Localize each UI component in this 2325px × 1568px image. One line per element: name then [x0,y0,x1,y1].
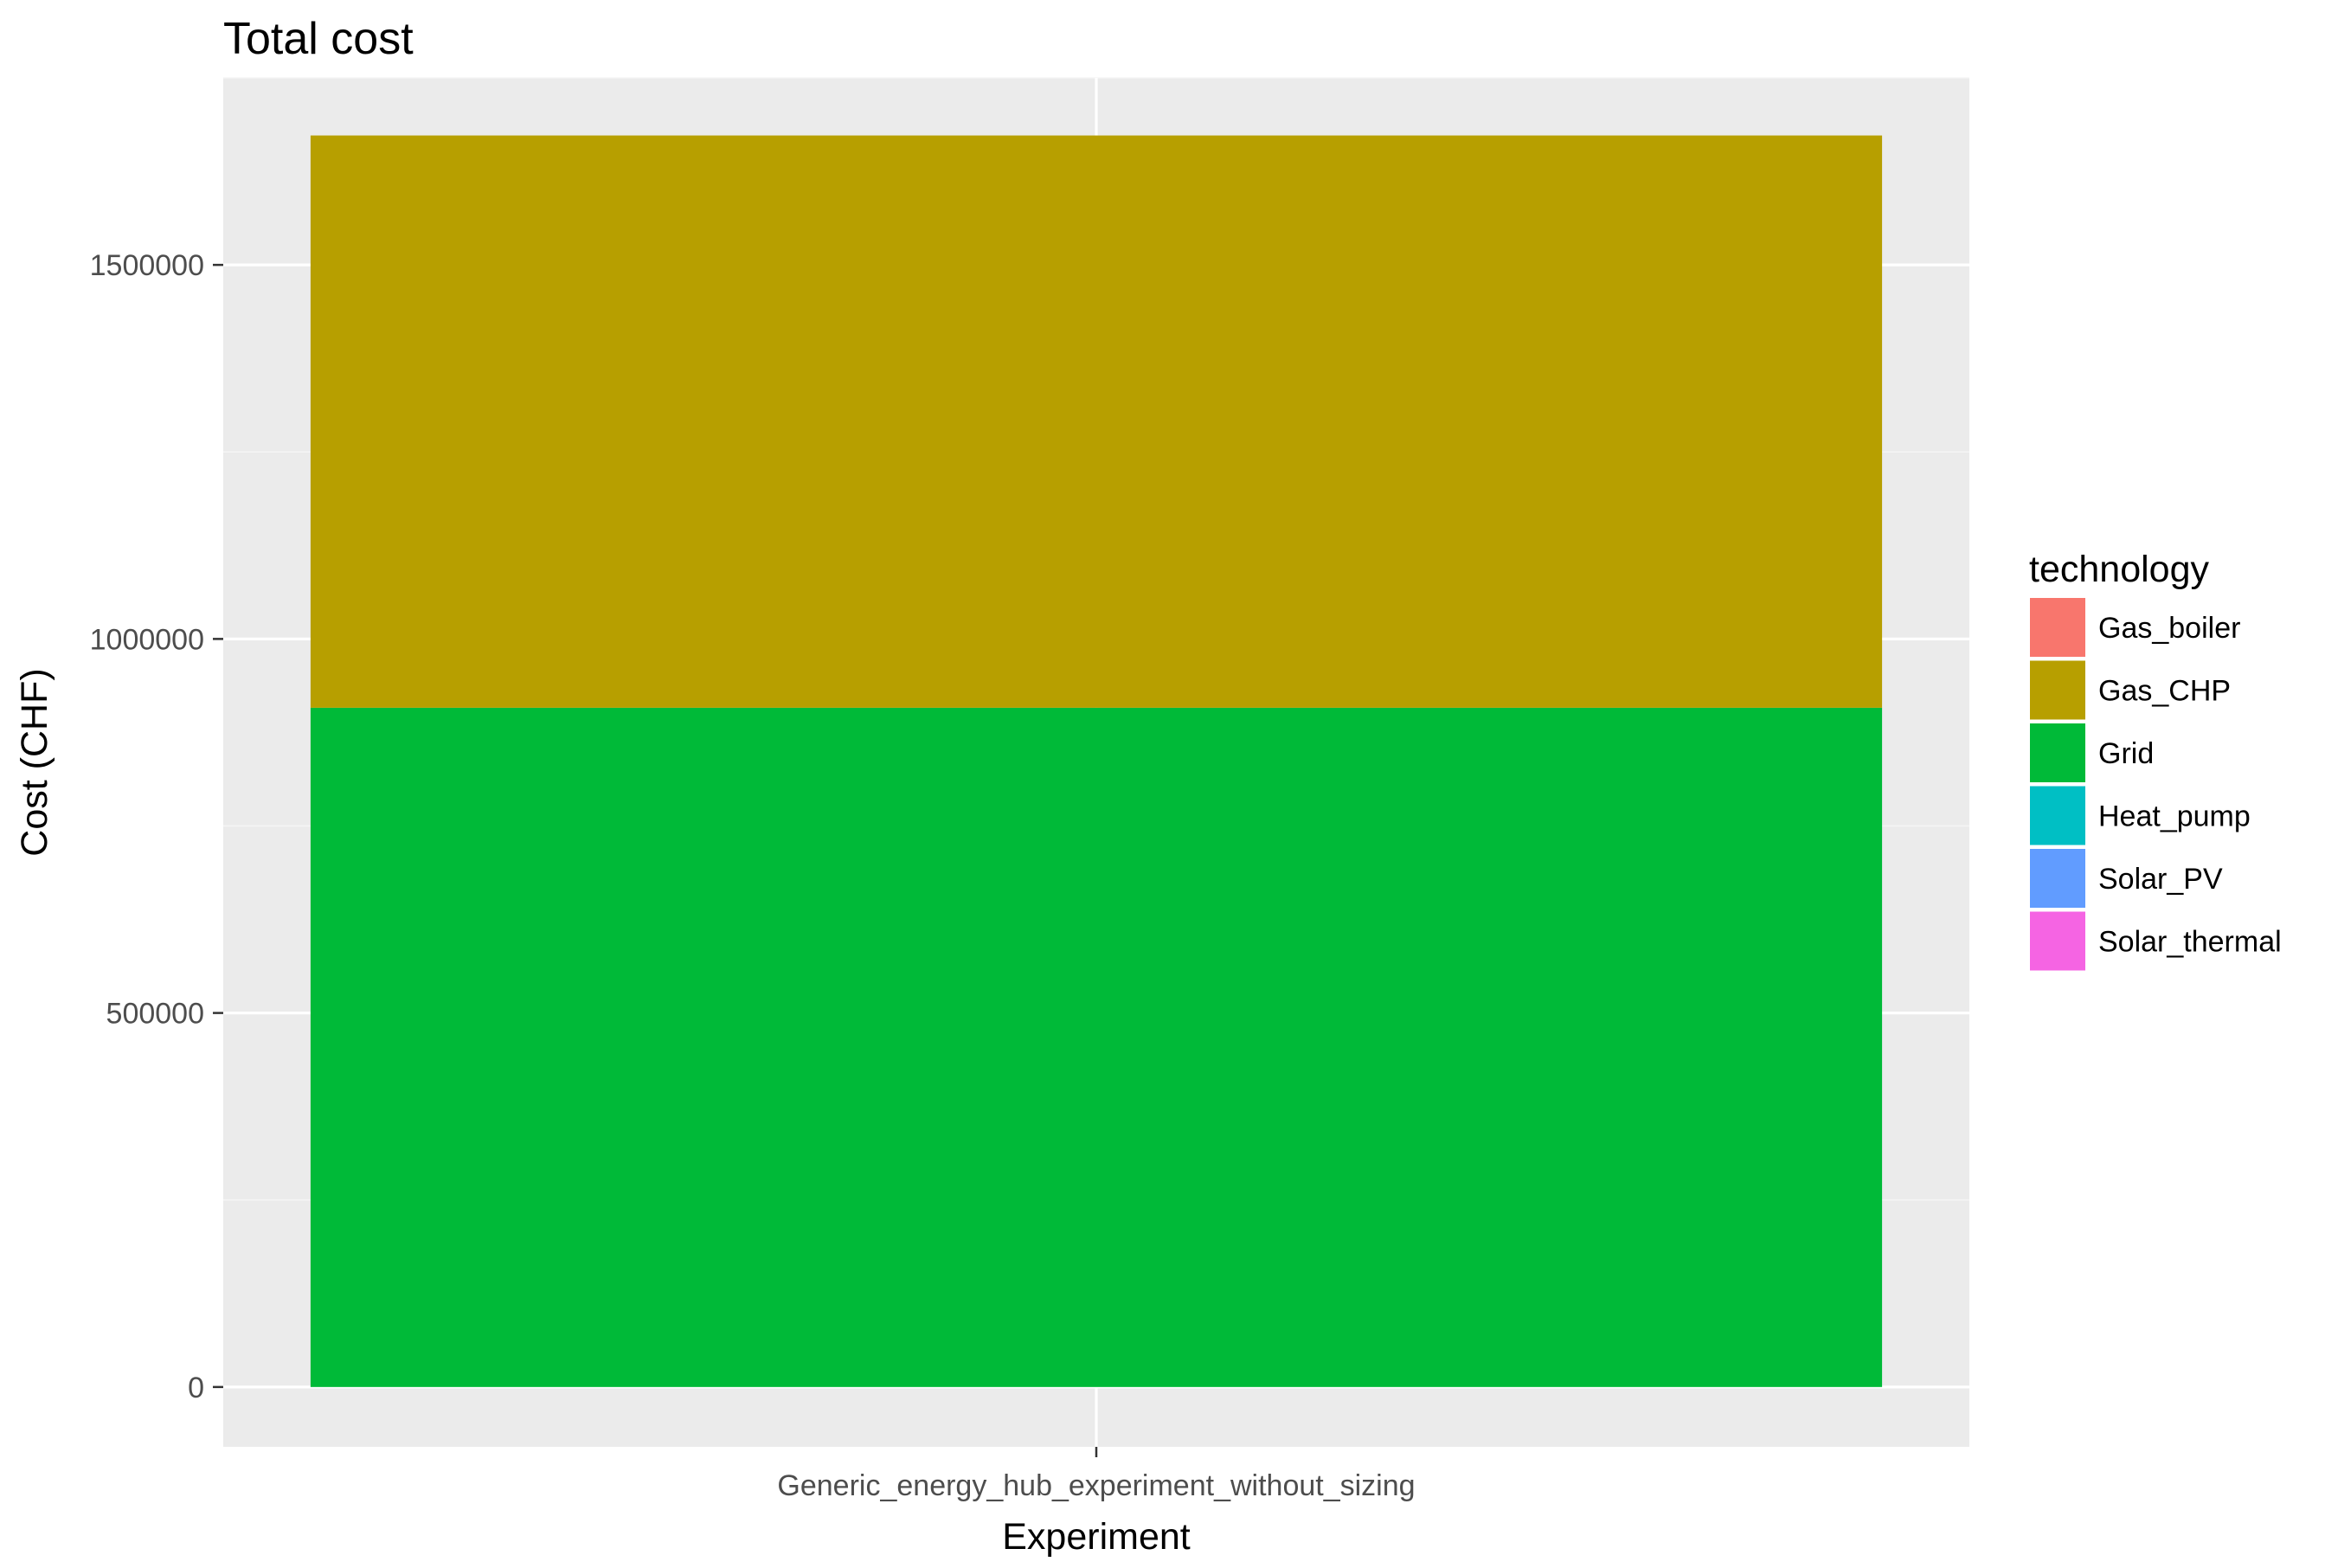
legend-label: Solar_thermal [2098,926,2282,959]
legend-swatch [2028,847,2087,909]
legend-label: Gas_CHP [2098,675,2231,708]
legend-title: technology [2029,549,2209,590]
bar-segment-grid [310,707,1883,1387]
x-axis-title: Experiment [1002,1516,1191,1558]
bar-stack [310,135,1883,1387]
legend-label: Grid [2098,737,2154,770]
chart-canvas: Total cost Generic_energy_hub_experiment… [14,14,2282,1558]
y-axis-title: Cost (CHF) [14,668,55,856]
legend-swatch [2028,784,2087,847]
legend-swatch [2028,722,2087,784]
chart-title: Total cost [223,14,414,64]
y-tick-label: 0 [188,1372,204,1404]
legend-swatch [2028,909,2087,973]
legend-swatch [2028,596,2087,659]
legend-label: Gas_boiler [2098,612,2240,645]
legend-swatch [2028,659,2087,722]
legend-label: Heat_pump [2098,800,2251,833]
y-tick-label: 500000 [106,998,204,1031]
y-tick-label: 1500000 [90,249,204,282]
x-tick-label: Generic_energy_hub_experiment_without_si… [777,1469,1415,1502]
legend: technology Gas_boiler Gas_CHP Grid Heat_pum… [2028,549,2282,973]
bar-segment-gas-chp [310,135,1883,708]
y-tick-label: 1000000 [90,623,204,656]
legend-label: Solar_PV [2098,863,2223,896]
